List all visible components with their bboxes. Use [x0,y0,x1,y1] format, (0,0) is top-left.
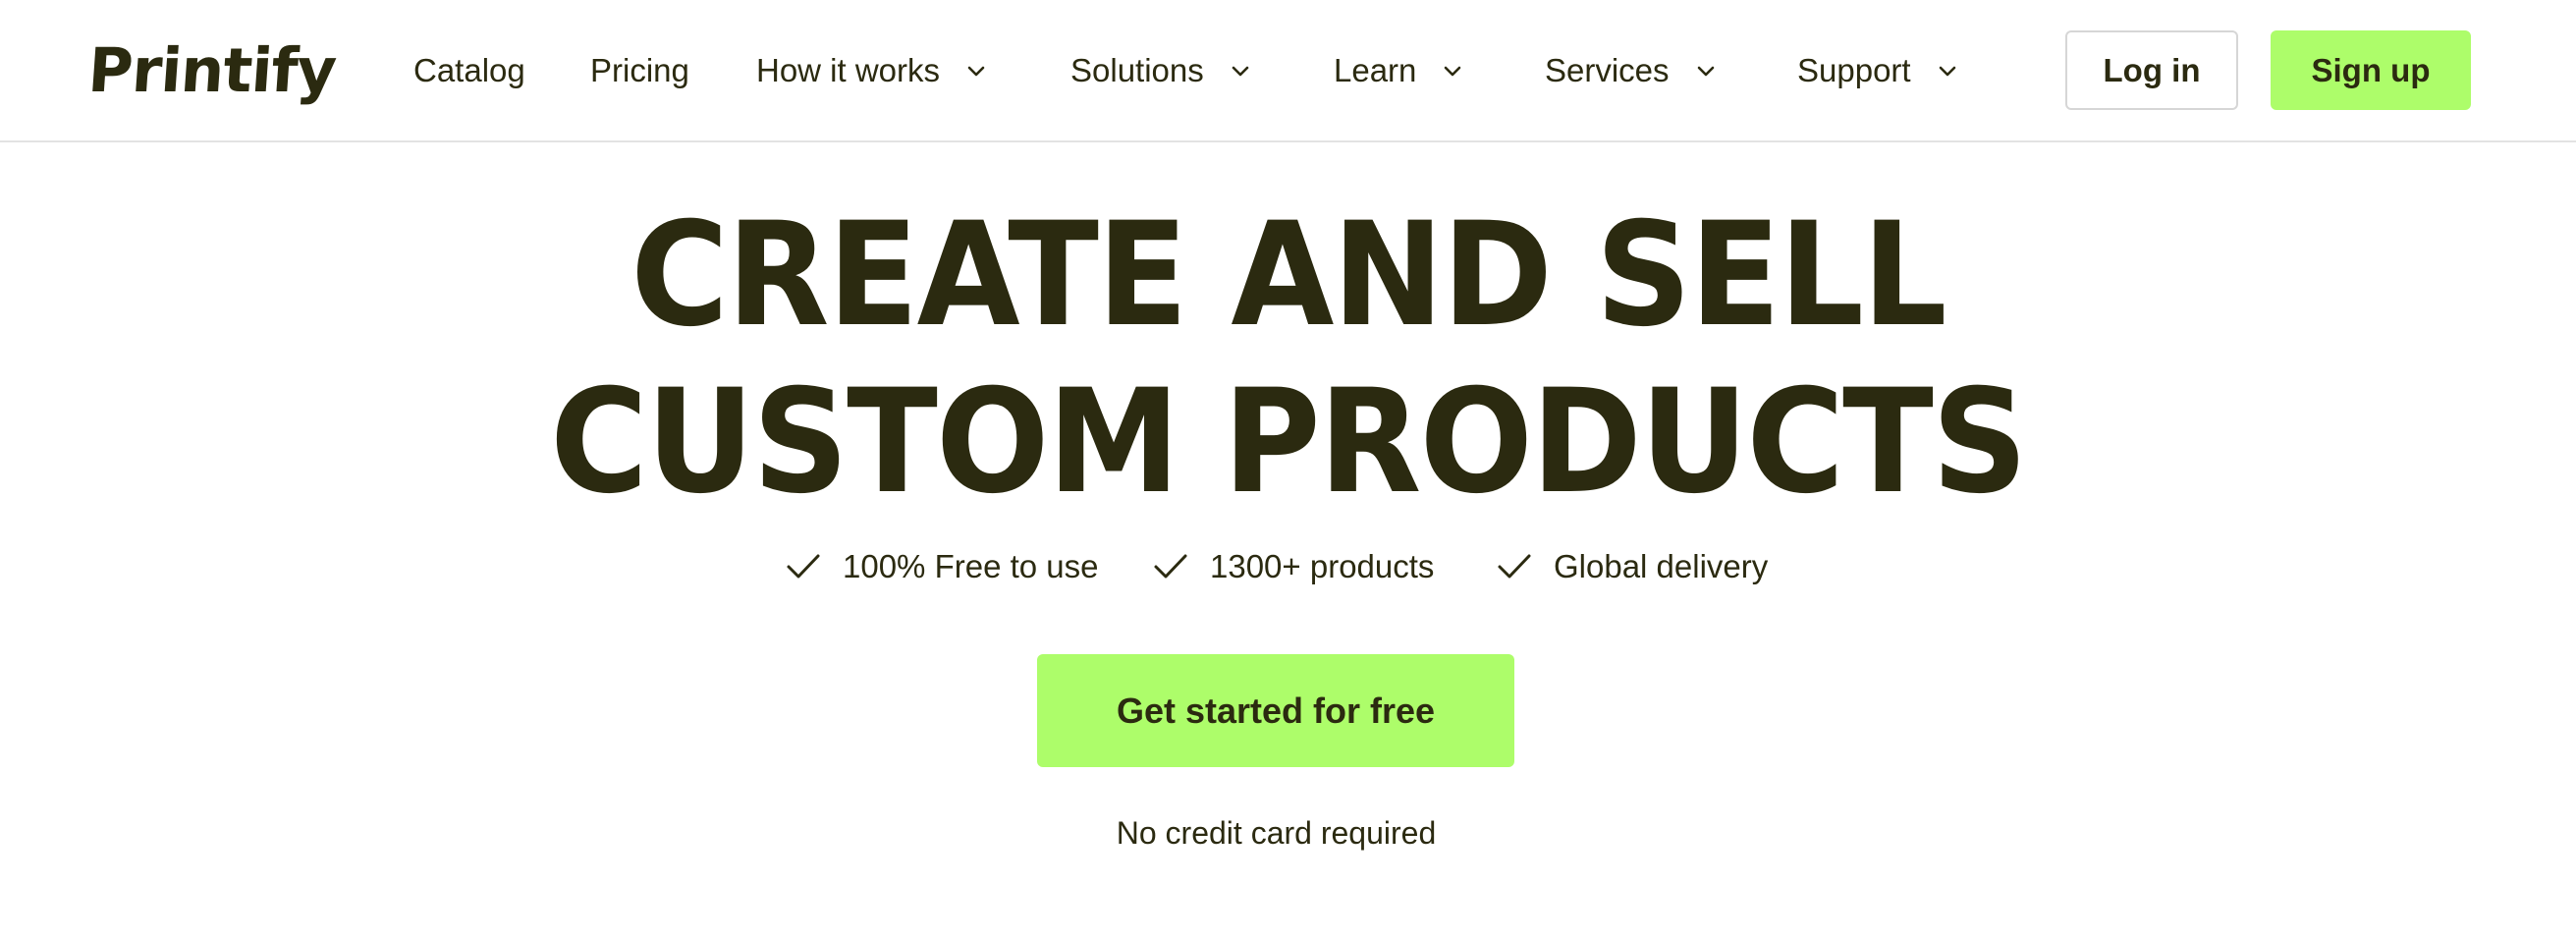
nav-item-catalog[interactable]: Catalog [413,45,525,96]
nav-item-learn[interactable]: Learn [1334,45,1463,96]
nav-item-services[interactable]: Services [1545,45,1717,96]
chevron-down-icon [1445,66,1461,77]
login-button[interactable]: Log in [2065,30,2238,110]
feature-label: Global delivery [1554,548,1769,584]
check-icon [787,554,820,579]
printify-logo[interactable]: Printify [85,34,338,106]
nav-item-label: Services [1545,52,1670,88]
feature-label: 1300+ products [1210,548,1435,584]
nav-item-label: Solutions [1070,52,1204,88]
nav-item-solutions[interactable]: Solutions [1070,45,1251,96]
feature-item: Global delivery [1497,542,1768,591]
feature-list: 100% Free to use 1300+ products Global d… [0,542,2576,591]
check-icon [1498,554,1531,579]
feature-label: 100% Free to use [843,548,1099,584]
nav-item-label: Support [1797,52,1911,88]
signup-button[interactable]: Sign up [2271,30,2471,110]
nav-item-support[interactable]: Support [1797,45,1958,96]
nav-item-label: Pricing [590,52,689,88]
chevron-down-icon [1939,66,1955,77]
get-started-button[interactable]: Get started for free [1037,654,1514,767]
chevron-down-icon [967,66,985,77]
check-icon [1154,554,1187,579]
hero-title-line: CUSTOM PRODUCTS [550,359,2028,525]
nav-item-label: Learn [1334,52,1417,88]
chevron-down-icon [1697,66,1714,77]
nav-item-pricing[interactable]: Pricing [590,45,689,96]
feature-item: 1300+ products [1153,542,1434,591]
site-header: Printify Catalog Pricing How it works So… [0,0,2576,142]
no-credit-card-note: No credit card required [1116,815,1437,851]
feature-item: 100% Free to use [786,542,1099,591]
nav-item-label: Catalog [413,52,525,88]
hero-title-line: CREATE AND SELL [630,192,1946,359]
chevron-down-icon [1232,66,1249,77]
hero-title: CREATE AND SELL CUSTOM PRODUCTS [90,192,2486,525]
nav-item-how-it-works[interactable]: How it works [756,45,987,96]
nav-item-label: How it works [756,52,941,88]
